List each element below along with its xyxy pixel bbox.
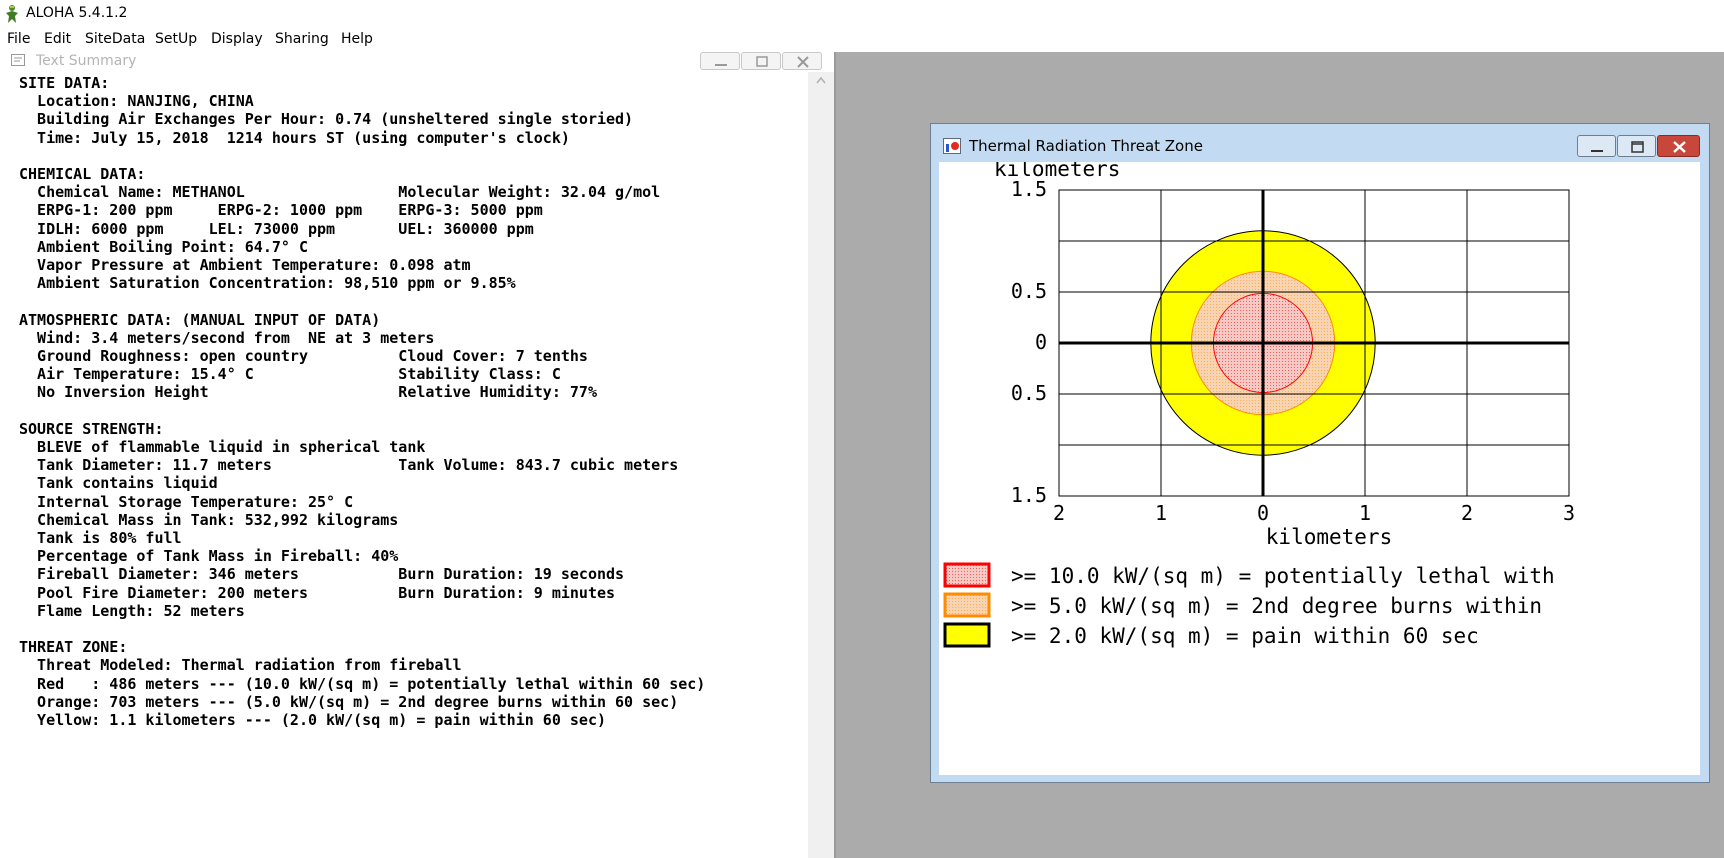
y-tick-label: 0 [1035,330,1047,354]
menu-edit[interactable]: Edit [44,31,71,47]
summary-line: Tank contains liquid [19,474,218,493]
menu-display[interactable]: Display [211,31,263,47]
app-title-bar: ALOHA 5.4.1.2 [0,0,1724,27]
threat-zone-client-area: 1.5 0.5 0 0.5 1.5 2 1 0 1 2 3 kilometers kilometers … [939,162,1700,775]
text-summary-close-button[interactable] [782,52,822,70]
window-doc-icon [11,54,25,66]
summary-line: Yellow: 1.1 kilometers --- (2.0 kW/(sq m… [19,711,606,729]
x-tick-label: 0 [1257,501,1269,525]
close-icon [797,56,809,68]
close-icon [1673,141,1686,153]
threat-zone-title: Thermal Radiation Threat Zone [969,137,1203,155]
summary-line: Pool Fire Diameter: 200 meters Burn Dura… [19,583,616,602]
summary-line: Tank Diameter: 11.7 meters Tank Volume: … [19,456,679,475]
x-axis-unit-label: kilometers [1266,525,1392,549]
summary-line: Location: NANJING, CHINA [19,92,254,111]
x-tick-label: 2 [1053,501,1065,525]
threat-zone-window: Thermal Radiation Threat Zone 1.5 0.5 0 0.5… [930,123,1710,783]
restore-icon [756,56,768,67]
legend-label: >= 2.0 kW/(sq m) = pain within 60 sec [1011,624,1479,648]
threat-zone-maximize-button[interactable] [1617,135,1656,157]
x-tick-label: 1 [1155,501,1167,525]
y-tick-label: 0.5 [1011,279,1047,303]
vertical-scrollbar[interactable] [808,72,834,858]
summary-line: ERPG-1: 200 ppm ERPG-2: 1000 ppm ERPG-3:… [19,201,543,220]
summary-line: No Inversion Height Relative Humidity: 7… [19,383,597,402]
y-axis-unit-label: kilometers [994,162,1120,181]
summary-line: Chemical Mass in Tank: 532,992 kilograms [19,510,399,529]
summary-line: Time: July 15, 2018 1214 hours ST (using… [19,128,570,147]
app-title: ALOHA 5.4.1.2 [26,5,128,21]
legend-swatch [943,622,991,648]
threat-zone-close-button[interactable] [1657,135,1700,157]
summary-line: BLEVE of flammable liquid in spherical t… [19,438,426,456]
summary-line: Building Air Exchanges Per Hour: 0.74 (u… [19,110,634,129]
summary-line: Ambient Saturation Concentration: 98,510… [19,274,516,293]
chart-window-icon [943,138,961,154]
scroll-up-arrow-icon[interactable] [816,76,826,84]
window-divider [834,52,836,858]
summary-line: Wind: 3.4 meters/second from NE at 3 met… [19,328,435,347]
summary-line: SITE DATA: [19,74,110,92]
summary-line: Flame Length: 52 meters [19,601,245,620]
menu-setup[interactable]: SetUp [155,31,197,47]
minimize-icon [715,64,727,66]
threat-zone-plot: 1.50.500.51.52 1 0 1 2 3kilometerskilometers … [943,162,1575,648]
summary-line: IDLH: 6000 ppm LEL: 73000 ppm UEL: 36000… [19,219,534,238]
summary-line: Fireball Diameter: 346 meters Burn Durat… [19,565,625,584]
summary-line: Ground Roughness: open country Cloud Cov… [19,347,588,365]
menu-help[interactable]: Help [341,31,373,47]
menu-sitedata[interactable]: SiteData [85,31,145,47]
threat-zone-minimize-button[interactable] [1577,135,1616,157]
summary-line: Red : 486 meters --- (10.0 kW/(sq m) = p… [19,674,706,693]
x-tick-label: 3 [1563,501,1575,525]
summary-line: THREAT ZONE: [19,638,128,657]
menu-file[interactable]: File [7,31,30,47]
summary-line: ATMOSPHERIC DATA: (MANUAL INPUT OF DATA) [19,310,381,329]
text-summary-maximize-button[interactable] [741,52,781,70]
menu-sharing[interactable]: Sharing [275,31,329,47]
minimize-icon [1591,150,1603,152]
text-summary-content[interactable]: SITE DATA: Location: NANJING, CHINA Buil… [0,72,808,858]
summary-line: Internal Storage Temperature: 25° C [19,492,354,511]
aloha-app-icon [6,5,18,23]
summary-line: Air Temperature: 15.4° C Stability Class… [19,365,561,384]
summary-line: Orange: 703 meters --- (5.0 kW/(sq m) = … [19,692,679,711]
summary-line: CHEMICAL DATA: [19,165,146,183]
menu-bar: File Edit SiteData SetUp Display Sharing… [0,27,1724,52]
legend-swatch [943,592,991,618]
legend-swatch [943,562,991,588]
legend-label: >= 10.0 kW/(sq m) = potentially lethal w… [1011,564,1555,588]
text-summary-title-bar[interactable]: Text Summary [0,52,836,72]
legend-label: >= 5.0 kW/(sq m) = 2nd degree burns with… [1011,594,1542,618]
text-summary-minimize-button[interactable] [700,52,740,70]
x-tick-label: 1 [1359,501,1371,525]
x-tick-label: 2 [1461,501,1473,525]
summary-line: Ambient Boiling Point: 64.7° C [19,237,308,256]
y-tick-label: 1.5 [1011,483,1047,507]
summary-line: Chemical Name: METHANOL Molecular Weight… [19,183,661,202]
text-summary-window: Text Summary SITE DATA: Location: NANJIN… [0,52,836,858]
y-tick-label: 0.5 [1011,381,1047,405]
summary-line: SOURCE STRENGTH: [19,419,164,438]
restore-icon [1631,141,1644,153]
summary-line: Tank is 80% full [19,529,182,547]
summary-line: Percentage of Tank Mass in Fireball: 40% [19,547,399,566]
summary-line: Threat Modeled: Thermal radiation from f… [19,656,462,675]
text-summary-title: Text Summary [36,53,137,69]
summary-line: Vapor Pressure at Ambient Temperature: 0… [19,256,471,274]
